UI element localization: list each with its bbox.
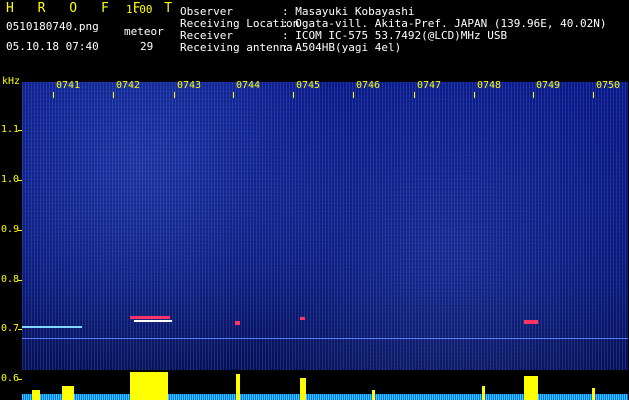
time-label: 0749 (536, 80, 561, 91)
frequency-tick (18, 280, 22, 281)
frequency-label: 0.6 (1, 373, 20, 384)
frequency-unit-label: kHz (2, 76, 21, 87)
time-tick (593, 92, 594, 98)
time-label: 0750 (596, 80, 621, 91)
datetime: 05.10.18 07:40 (6, 40, 99, 53)
frequency-label: 1.1 (1, 124, 20, 135)
meteor-trail (300, 317, 305, 320)
signal-peak (236, 374, 240, 400)
signal-peak (482, 386, 485, 400)
signal-peak (592, 388, 595, 400)
time-tick (533, 92, 534, 98)
frequency-label: 1.0 (1, 174, 20, 185)
meteor-trail (130, 316, 170, 319)
filename: 0510180740.png (6, 20, 99, 33)
meteor-trail (524, 320, 538, 324)
time-tick (414, 92, 415, 98)
time-tick (53, 92, 54, 98)
time-label: 0743 (177, 80, 202, 91)
time-tick (113, 92, 114, 98)
frequency-tick (18, 180, 22, 181)
signal-peak (372, 390, 375, 400)
antenna-value: : A504HB(yagi 4el) (282, 41, 402, 54)
time-tick (174, 92, 175, 98)
time-label: 0742 (116, 80, 141, 91)
frequency-label: 0.9 (1, 224, 20, 235)
time-label: 0748 (477, 80, 502, 91)
signal-level-panel (22, 370, 628, 400)
frequency-label: 0.7 (1, 323, 20, 334)
signal-peak (62, 386, 74, 400)
meteor-count: 29 (140, 40, 154, 53)
app-version: 1.00 (126, 3, 153, 16)
frequency-tick (18, 230, 22, 231)
time-label: 0746 (356, 80, 381, 91)
time-label: 0741 (56, 80, 81, 91)
time-tick (474, 92, 475, 98)
meteor-trail (22, 326, 82, 328)
frequency-tick (18, 130, 22, 131)
frequency-tick (18, 329, 22, 330)
spectrogram-noise (22, 82, 628, 370)
frequency-label: 0.8 (1, 274, 20, 285)
time-label: 0744 (236, 80, 261, 91)
time-label: 0747 (417, 80, 442, 91)
signal-peak (300, 378, 306, 400)
meteor-trail (235, 321, 240, 325)
meteor-trail (134, 320, 172, 322)
time-label: 0745 (296, 80, 321, 91)
time-tick (353, 92, 354, 98)
spectrogram (22, 82, 628, 370)
signal-peak (32, 390, 40, 400)
time-tick (293, 92, 294, 98)
app-title: H R O F F T (6, 1, 181, 16)
antenna-label: Receiving antenna (180, 41, 293, 54)
signal-peak (524, 376, 538, 400)
signal-peak (130, 372, 168, 400)
meteor-label: meteor (124, 25, 164, 38)
time-tick (233, 92, 234, 98)
grid-line (22, 338, 628, 339)
